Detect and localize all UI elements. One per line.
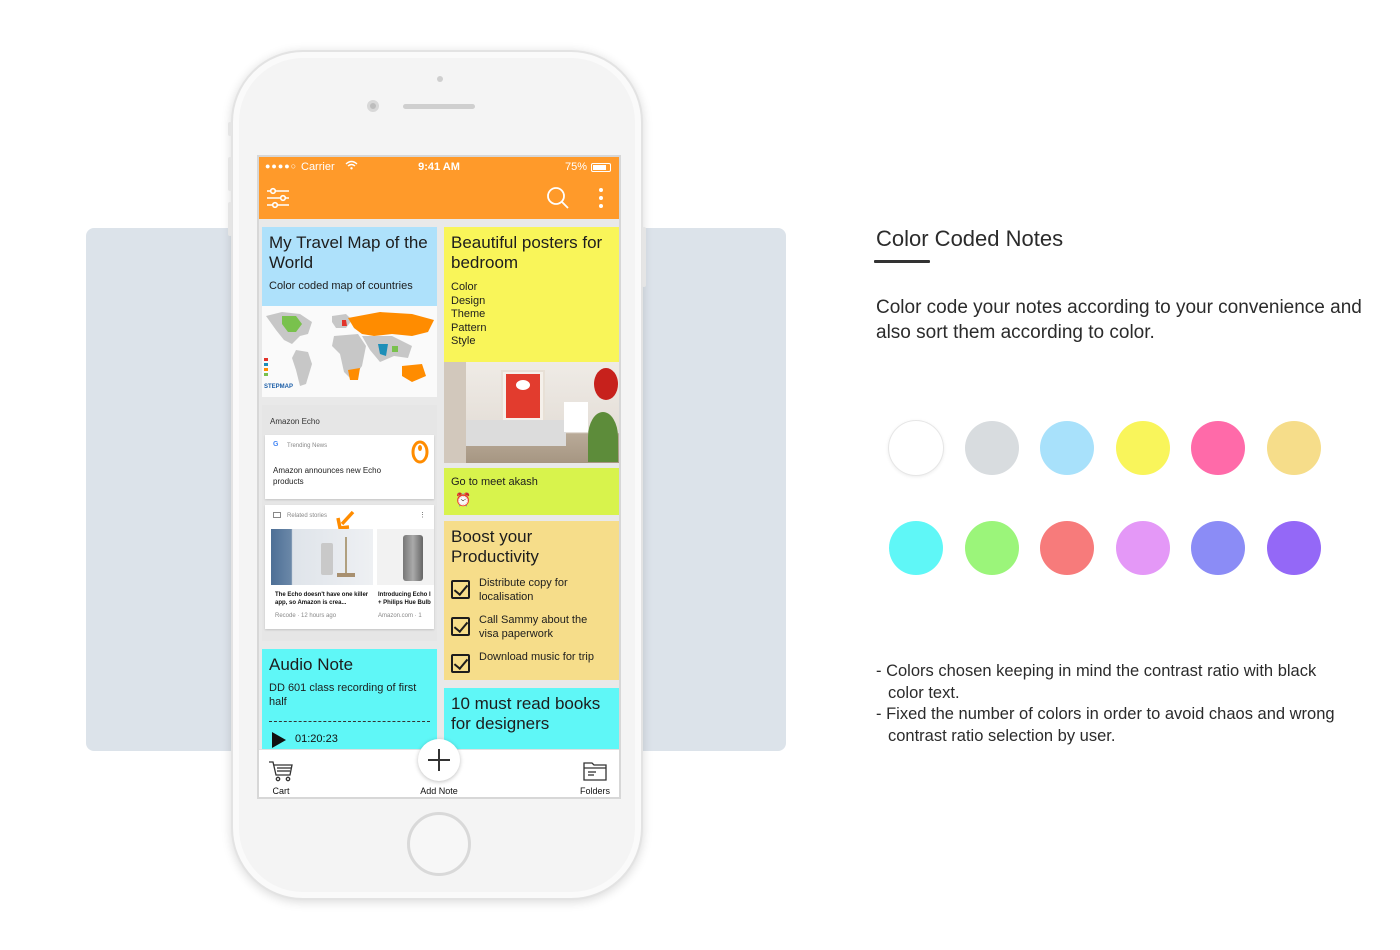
alarm-clock-icon: ⏰	[455, 492, 472, 507]
note-title: Beautiful posters for bedroom	[451, 233, 603, 272]
color-swatch[interactable]	[1040, 521, 1094, 575]
color-swatch[interactable]	[1115, 421, 1170, 475]
note-travel-map[interactable]: My Travel Map of the World Color coded m…	[262, 227, 437, 397]
note-posters[interactable]: Beautiful posters for bedroom Color Desi…	[444, 227, 619, 463]
volume-down-button	[228, 202, 232, 236]
note-text: DD 601 class recording of first half	[269, 682, 417, 708]
section-description: Color code your notes according to your …	[876, 297, 1362, 343]
color-swatch[interactable]	[1191, 521, 1245, 575]
app-screen: ●●●●○ Carrier 9:41 AM 75% My Travel Map …	[257, 155, 621, 799]
checkbox-checked-icon[interactable]	[451, 617, 470, 636]
sensor-dot	[437, 76, 443, 82]
tab-cart[interactable]: Cart	[263, 760, 299, 796]
play-icon[interactable]	[272, 732, 286, 748]
task-label: Download music for trip	[479, 651, 594, 663]
earpiece-speaker	[403, 104, 475, 109]
tab-add-note[interactable]: Add Note	[411, 786, 467, 796]
search-icon[interactable]	[546, 186, 570, 210]
story-meta: Amazon.com · 1	[378, 613, 422, 619]
news-source: Trending News	[287, 443, 328, 449]
related-stories-card[interactable]: Related stories ⋮ The Echo doesn't have …	[265, 505, 434, 629]
folder-icon	[575, 760, 615, 784]
audio-waveform-line	[269, 721, 430, 722]
checkbox-checked-icon[interactable]	[451, 580, 470, 599]
bedroom-photo	[444, 362, 619, 463]
add-note-button[interactable]	[418, 739, 460, 781]
list-item: Pattern	[451, 321, 487, 334]
tab-label: Cart	[272, 786, 290, 796]
color-swatch[interactable]	[889, 421, 943, 475]
bullet-point: - Fixed the number of colors in order to…	[876, 705, 1335, 745]
checklist-item[interactable]: Call Sammy about the visa paperwork	[451, 614, 616, 648]
note-amazon-echo[interactable]: Amazon Echo G Trending News Amazon annou…	[262, 405, 437, 641]
phone-frame: ●●●●○ Carrier 9:41 AM 75% My Travel Map …	[228, 50, 646, 900]
story-headline: The Echo doesn't have one killer app, so…	[275, 592, 369, 606]
power-button	[642, 227, 646, 287]
front-camera	[367, 100, 379, 112]
audio-duration: 01:20:23	[295, 733, 338, 745]
news-icon	[273, 512, 281, 518]
echo-speaker-photo	[271, 529, 373, 585]
cart-icon	[263, 760, 299, 784]
google-icon: G	[273, 441, 279, 448]
note-title: Amazon Echo	[270, 417, 320, 426]
task-label: Call Sammy about the visa paperwork	[479, 614, 588, 640]
note-audio[interactable]: Audio Note DD 601 class recording of fir…	[262, 649, 437, 749]
checklist-item[interactable]: Distribute copy for localisation	[451, 577, 616, 611]
tab-label: Folders	[579, 786, 610, 796]
note-list: Color Design Theme Pattern Style	[444, 273, 619, 349]
note-checklist[interactable]: Boost your Productivity Distribute copy …	[444, 521, 619, 680]
mute-switch	[228, 122, 232, 136]
tab-folders[interactable]: Folders	[575, 760, 615, 796]
list-item: Theme	[451, 308, 486, 320]
checkbox-checked-icon[interactable]	[451, 654, 470, 673]
note-title: Audio Note	[269, 655, 354, 674]
color-swatch[interactable]	[964, 521, 1019, 575]
checklist-item[interactable]: Download music for trip	[451, 651, 616, 680]
status-bar: ●●●●○ Carrier 9:41 AM 75%	[259, 157, 619, 177]
color-swatch[interactable]	[889, 521, 943, 575]
tab-label: Add Note	[420, 786, 458, 796]
note-books[interactable]: 10 must read books for designers	[444, 688, 619, 758]
bullet-point: - Colors chosen keeping in mind the cont…	[876, 662, 1317, 702]
feature-description: Color Coded Notes Color code your notes …	[874, 226, 1376, 345]
related-label: Related stories	[287, 513, 328, 519]
color-swatch[interactable]	[1115, 521, 1170, 575]
note-reminder[interactable]: Go to meet akash ⏰	[444, 468, 619, 515]
color-swatch[interactable]	[964, 421, 1019, 475]
battery-icon	[591, 163, 611, 172]
list-item: Color	[451, 281, 478, 293]
news-card[interactable]: G Trending News Amazon announces new Ech…	[265, 435, 434, 499]
more-vert-icon[interactable]	[589, 186, 613, 210]
color-swatch[interactable]	[1266, 521, 1321, 575]
volume-up-button	[228, 157, 232, 191]
color-swatch[interactable]	[1266, 421, 1321, 475]
world-map-image: STEPMAP	[262, 306, 437, 397]
battery-percent: 75%	[564, 161, 587, 173]
note-text: Color coded map of countries	[269, 280, 413, 292]
svg-text:STEPMAP: STEPMAP	[264, 384, 293, 390]
echo-device-photo	[377, 529, 434, 585]
color-swatch[interactable]	[1040, 421, 1094, 475]
news-headline: Amazon announces new Echo products	[273, 466, 382, 486]
note-title: Boost your Productivity	[451, 527, 539, 566]
list-item: Design	[451, 294, 486, 307]
section-heading: Color Coded Notes	[876, 226, 1064, 251]
heading-underline	[874, 260, 930, 263]
app-toolbar	[259, 177, 619, 219]
story-headline: Introducing Echo I + Philips Hue Bulb	[378, 592, 431, 606]
filter-sliders-icon[interactable]	[266, 186, 290, 210]
note-title: My Travel Map of the World	[269, 233, 428, 272]
notes-bullets: - Colors chosen keeping in mind the cont…	[876, 661, 1346, 747]
home-button[interactable]	[407, 812, 471, 876]
more-vert-icon[interactable]: ⋮	[419, 511, 426, 519]
note-title: 10 must read books for designers	[451, 694, 601, 733]
list-item: Style	[451, 335, 476, 347]
tap-gesture-icon	[410, 439, 430, 470]
task-label: Distribute copy for localisation	[479, 577, 568, 603]
color-swatch[interactable]	[1191, 421, 1245, 475]
note-text: Go to meet akash	[451, 476, 538, 488]
story-meta: Recode · 12 hours ago	[275, 613, 337, 619]
